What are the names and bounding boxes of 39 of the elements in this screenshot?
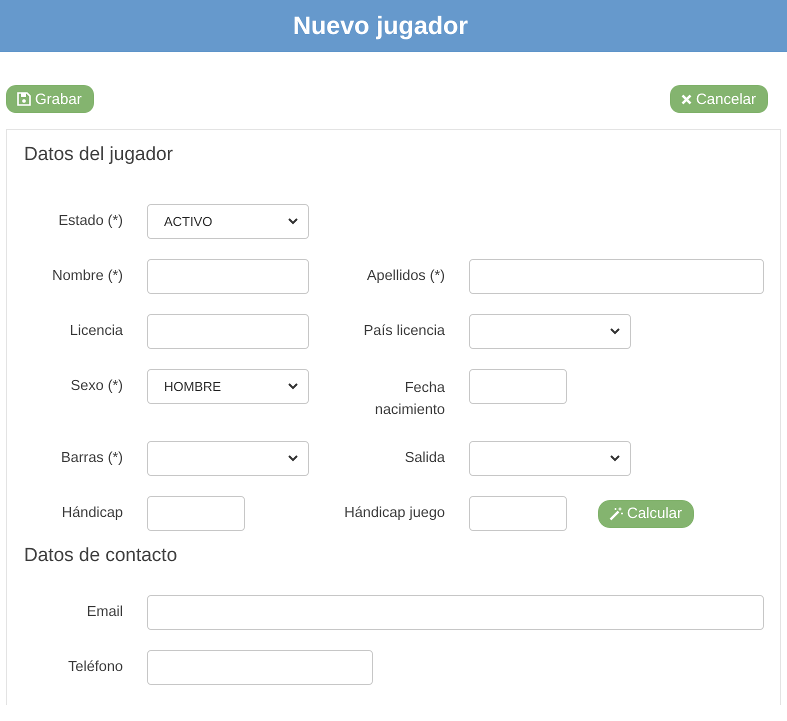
field-label: Barras (*)	[60, 449, 123, 468]
field-label: Nombre (*)	[51, 267, 123, 286]
chevron-icon	[610, 455, 620, 462]
field-label: País licencia	[362, 322, 445, 341]
field-label: Sexo (*)	[70, 377, 123, 396]
chevron-icon	[288, 383, 298, 390]
save-button[interactable]: Grabar	[6, 85, 94, 113]
field-label: Salida	[404, 449, 445, 468]
chevron-icon	[288, 455, 298, 462]
field-label: Hándicap	[60, 504, 123, 523]
field-label: Email	[86, 603, 123, 622]
input-field[interactable]	[147, 314, 309, 349]
dropdown[interactable]	[469, 441, 631, 476]
dropdown[interactable]	[469, 314, 631, 349]
input-field[interactable]	[147, 259, 309, 294]
close-icon	[680, 94, 692, 104]
field-label: Fecha nacimiento	[374, 379, 445, 420]
dropdown[interactable]: HOMBRE	[147, 369, 309, 404]
field-label: Teléfono	[67, 658, 123, 677]
section-heading: Datos del jugador	[23, 143, 174, 167]
input-field[interactable]	[469, 496, 567, 531]
chevron-icon	[610, 328, 620, 335]
magic-wand-icon	[609, 506, 623, 520]
field-label: Apellidos (*)	[366, 267, 445, 286]
input-field[interactable]	[147, 595, 764, 630]
input-field[interactable]	[469, 259, 764, 294]
dropdown[interactable]: ACTIVO	[147, 204, 309, 239]
calculate-button[interactable]: Calcular	[598, 500, 694, 528]
dropdown[interactable]	[147, 441, 309, 476]
input-field[interactable]	[469, 369, 567, 404]
field-label: Estado (*)	[58, 212, 123, 231]
section-heading: Datos de contacto	[23, 544, 178, 568]
cancel-button[interactable]: Cancelar	[670, 85, 768, 113]
input-field[interactable]	[147, 496, 245, 531]
window-title: Nuevo jugador	[292, 12, 468, 40]
chevron-icon	[288, 218, 298, 225]
field-label: Hándicap juego	[343, 504, 445, 523]
field-label: Licencia	[68, 322, 123, 341]
input-field[interactable]	[147, 650, 373, 685]
